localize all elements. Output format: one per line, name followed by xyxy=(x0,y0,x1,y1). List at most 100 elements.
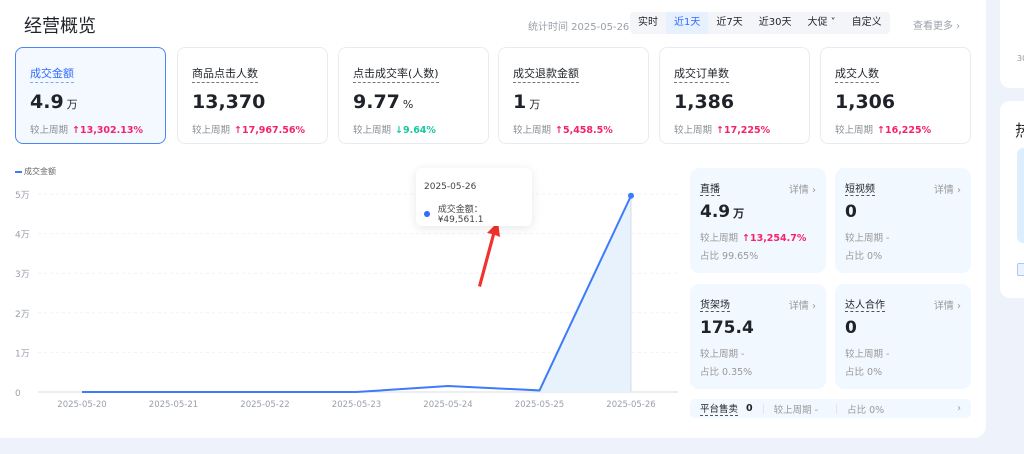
tab-custom[interactable]: 自定义 xyxy=(844,12,890,34)
tab-30days[interactable]: 近30天 xyxy=(751,12,800,34)
metric-card[interactable]: 成交金额 4.9 万 较上周期 ↑13,302.13% xyxy=(15,47,166,144)
channel-number: 175.4 xyxy=(700,318,754,338)
tab-promotion[interactable]: 大促 ˅ xyxy=(799,12,843,34)
metric-compare: 较上周期 ↑13,302.13% xyxy=(30,122,151,136)
metric-label: 成交退款金额 xyxy=(513,65,579,83)
channel-compare: 较上周期 - xyxy=(700,346,816,360)
metric-number: 9.77 xyxy=(353,91,400,113)
view-more-link[interactable]: 查看更多 › xyxy=(913,17,960,32)
channel-card[interactable]: 直播 详情 › 4.9 万 较上周期 ↑13,254.7% 占比 99.65% xyxy=(690,168,826,273)
channel-number: 0 xyxy=(845,202,857,222)
x-tick-label: 2025-05-23 xyxy=(332,400,381,410)
change-value: ↑17,225% xyxy=(716,125,771,136)
metric-label: 成交金额 xyxy=(30,65,74,83)
channel-value: 0 xyxy=(845,318,961,338)
chevron-right-icon[interactable]: › xyxy=(957,403,961,414)
compare-label: 较上周期 - xyxy=(700,349,745,360)
change-value: ↑13,254.7% xyxy=(742,233,807,244)
detail-link[interactable]: 详情 › xyxy=(934,297,961,312)
metric-compare: 较上周期 ↓9.64% xyxy=(353,122,474,136)
x-tick-label: 2025-05-25 xyxy=(515,400,564,410)
channel-card[interactable]: 短视频 详情 › 0 较上周期 - 占比 0% xyxy=(835,168,971,273)
metric-number: 13,370 xyxy=(192,91,266,113)
metric-compare: 较上周期 ↑5,458.5% xyxy=(513,122,634,136)
channel-label: 货架场 xyxy=(700,296,730,312)
channel-label: 短视频 xyxy=(845,180,875,196)
tab-7days[interactable]: 近7天 xyxy=(708,12,750,34)
x-tick-label: 2025-05-24 xyxy=(423,400,472,410)
y-tick-label: 3万 xyxy=(15,270,30,280)
y-tick-label: 4万 xyxy=(15,231,30,241)
metric-card[interactable]: 成交订单数 1,386 较上周期 ↑17,225% xyxy=(659,47,810,144)
metric-value: 9.77% xyxy=(353,91,474,113)
channel-share: 占比 0% xyxy=(845,367,883,378)
y-tick-label: 1万 xyxy=(15,349,30,359)
channel-value: 175.4 xyxy=(700,318,816,338)
metric-unit: 万 xyxy=(66,98,78,111)
x-tick-label: 2025-05-26 xyxy=(606,400,655,410)
x-tick-label: 2025-05-22 xyxy=(240,400,289,410)
x-tick-label: 2025-05-21 xyxy=(149,400,198,410)
channel-card[interactable]: 货架场 详情 › 175.4 较上周期 - 占比 0.35% xyxy=(690,284,826,389)
channel-share: 占比 99.65% xyxy=(700,251,759,262)
change-value: ↑16,225% xyxy=(877,125,932,136)
metric-value: 1,386 xyxy=(674,91,795,113)
x-tick-label: 2025-05-20 xyxy=(57,400,106,410)
legend-line-icon xyxy=(15,170,22,173)
channel-number: 0 xyxy=(845,318,857,338)
channel-unit: 万 xyxy=(733,207,745,220)
tab-realtime[interactable]: 实时 xyxy=(630,12,666,34)
tab-1day[interactable]: 近1天 xyxy=(666,12,709,34)
metric-card[interactable]: 商品点击人数 13,370 较上周期 ↑17,967.56% xyxy=(177,47,328,144)
platform-sales-row[interactable]: 平台售卖 0 较上周期 - 占比 0% › xyxy=(690,399,971,418)
metric-number: 1 xyxy=(513,91,527,113)
metric-card[interactable]: 点击成交率(人数) 9.77% 较上周期 ↓9.64% xyxy=(338,47,489,144)
business-overview-panel: 经营概览 统计时间 2025-05-26 实时 近1天 近7天 近30天 大促 … xyxy=(0,0,986,438)
detail-link[interactable]: 详情 › xyxy=(934,181,961,196)
compare-label: 较上周期 xyxy=(513,125,552,136)
channel-share: 占比 0.35% xyxy=(700,367,753,378)
y-tick-label: 5万 xyxy=(15,191,30,201)
detail-link[interactable]: 详情 › xyxy=(789,297,816,312)
metric-label: 成交订单数 xyxy=(674,65,729,83)
side-panel-hot: 热 xyxy=(1000,101,1024,298)
channel-label: 达人合作 xyxy=(845,296,885,312)
channel-card[interactable]: 达人合作 详情 › 0 较上周期 - 占比 0% xyxy=(835,284,971,389)
platform-share: 占比 0% xyxy=(847,404,885,416)
channel-share: 占比 0% xyxy=(845,251,883,262)
compare-label: 较上周期 xyxy=(30,125,69,136)
compare-label: 较上周期 xyxy=(674,125,713,136)
side-text: 30 xyxy=(1017,54,1024,63)
stat-time: 统计时间 2025-05-26 xyxy=(528,22,630,33)
metric-value: 13,370 xyxy=(192,91,313,113)
page-title: 经营概览 xyxy=(24,16,96,37)
metric-compare: 较上周期 ↑17,967.56% xyxy=(192,122,313,136)
metric-label: 成交人数 xyxy=(835,65,879,83)
compare-label: 较上周期 - xyxy=(845,233,890,244)
divider xyxy=(762,403,764,414)
sales-chart[interactable]: 0 1万 2万 3万 4万 5万 2025-05-20 2025-05-21 2025-05-2… xyxy=(0,175,690,415)
compare-label: 较上周期 xyxy=(700,233,739,244)
divider xyxy=(836,403,838,414)
metric-label: 点击成交率(人数) xyxy=(353,65,439,83)
metric-compare: 较上周期 ↑16,225% xyxy=(835,122,956,136)
detail-link[interactable]: 详情 › xyxy=(789,181,816,196)
channel-value: 4.9 万 xyxy=(700,202,816,222)
compare-label: 较上周期 - xyxy=(845,349,890,360)
y-tick-label: 0 xyxy=(15,389,21,399)
channel-compare: 较上周期 - xyxy=(845,230,961,244)
metric-unit: 万 xyxy=(529,98,541,111)
metric-card[interactable]: 成交退款金额 1万 较上周期 ↑5,458.5% xyxy=(498,47,649,144)
tooltip-value: 成交金额：¥49,561.1 xyxy=(437,205,484,225)
tooltip-date: 2025-05-26 xyxy=(424,182,477,192)
metric-card[interactable]: 成交人数 1,306 较上周期 ↑16,225% xyxy=(820,47,971,144)
channel-compare: 较上周期 ↑13,254.7% xyxy=(700,230,816,244)
channel-value: 0 xyxy=(845,202,961,222)
time-range-tabs: 实时 近1天 近7天 近30天 大促 ˅ 自定义 xyxy=(630,12,890,34)
y-tick-label: 2万 xyxy=(15,310,30,320)
channel-compare: 较上周期 - xyxy=(845,346,961,360)
change-value: ↑17,967.56% xyxy=(234,125,305,136)
metric-compare: 较上周期 ↑17,225% xyxy=(674,122,795,136)
metric-label: 商品点击人数 xyxy=(192,65,258,83)
side-tag[interactable] xyxy=(1017,263,1024,276)
